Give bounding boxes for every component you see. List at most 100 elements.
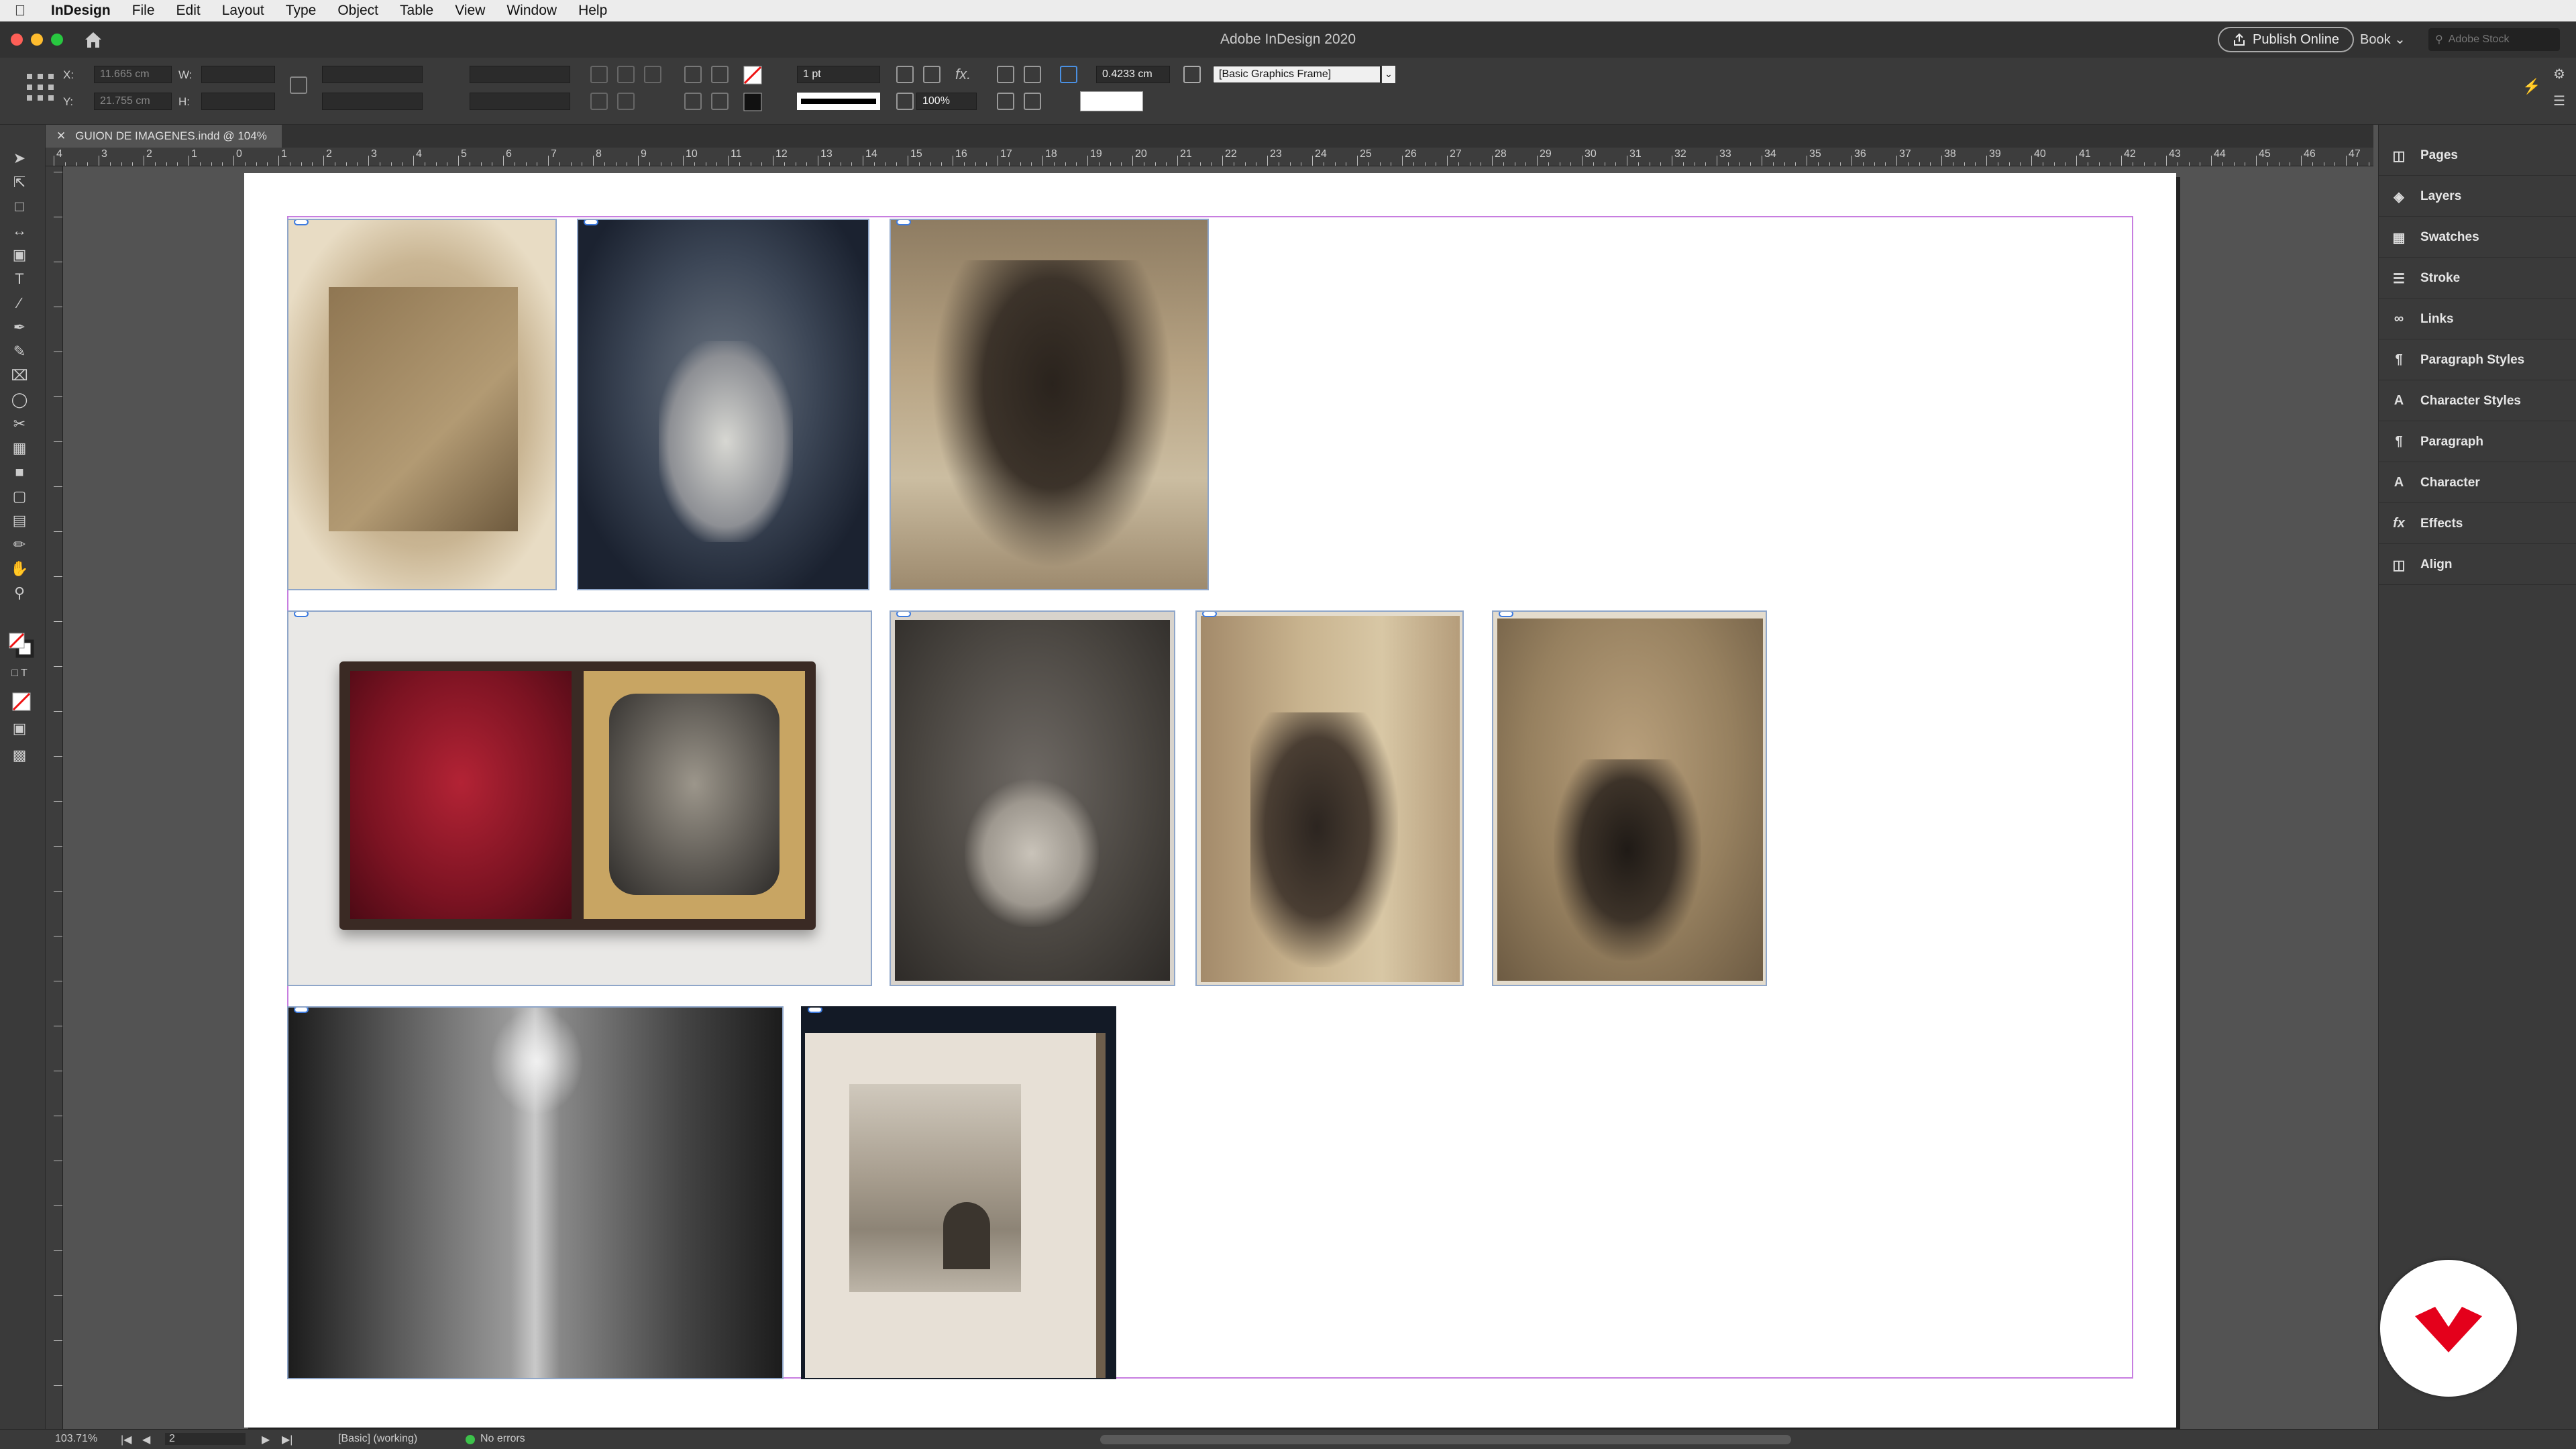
eyedropper-tool-icon[interactable]: ✏	[8, 535, 31, 554]
menu-edit[interactable]: Edit	[166, 3, 211, 19]
next-page-button[interactable]: ▶	[262, 1433, 270, 1446]
rotate-cw-icon[interactable]	[590, 66, 608, 83]
graphic-frame-seated-boy[interactable]	[1195, 610, 1464, 986]
home-icon[interactable]	[83, 30, 103, 49]
panel-character[interactable]: A Character	[2379, 463, 2576, 503]
x-position-field[interactable]: 11.665 cm	[94, 66, 172, 83]
preflight-profile-dropdown[interactable]: [Basic] (working)	[338, 1433, 417, 1445]
text-wrap-none-icon[interactable]	[997, 66, 1014, 83]
auto-fit-icon[interactable]	[1060, 66, 1077, 83]
content-grabber-handle[interactable]	[1202, 612, 1217, 617]
fitting-content-icon[interactable]	[923, 66, 941, 83]
content-grabber-handle[interactable]	[294, 220, 309, 225]
link-scale-icon[interactable]	[437, 75, 458, 93]
zoom-window-button[interactable]	[51, 34, 63, 46]
horizontal-ruler[interactable]: 4 3 2 1 0 1 2 3 4 5 6 7 8 9 10 11 12 13 14 15 16 17 18 19 20 21 22…	[46, 148, 2373, 166]
graphic-frame-album-house[interactable]	[801, 1006, 1116, 1379]
screen-mode-icon[interactable]: ▣	[8, 719, 31, 738]
horizontal-scrollbar[interactable]	[1100, 1435, 1791, 1444]
opacity-icon[interactable]	[896, 93, 914, 110]
scale-x-field[interactable]	[322, 66, 423, 83]
stroke-type-dropdown[interactable]	[797, 93, 880, 110]
content-grabber-handle[interactable]	[584, 220, 598, 225]
panel-menu-icon[interactable]: ☰	[2553, 93, 2565, 109]
flip-vertical-icon[interactable]	[617, 93, 635, 110]
content-grabber-handle[interactable]	[896, 612, 911, 617]
opacity-field[interactable]: 100%	[916, 93, 977, 110]
menu-type[interactable]: Type	[275, 3, 327, 19]
workspace-switcher[interactable]: Book ⌄	[2360, 31, 2406, 48]
rotate-ccw-icon[interactable]	[617, 66, 635, 83]
fill-swatch-icon[interactable]	[743, 66, 762, 85]
y-position-field[interactable]: 21.755 cm	[94, 93, 172, 110]
panel-layers[interactable]: ◈ Layers	[2379, 176, 2576, 217]
panel-paragraph[interactable]: ¶ Paragraph	[2379, 422, 2576, 462]
free-transform-tool-icon[interactable]: ▦	[8, 439, 31, 458]
graphic-frame-three-children[interactable]	[890, 219, 1209, 590]
menu-view[interactable]: View	[444, 3, 496, 19]
panel-stroke[interactable]: ☰ Stroke	[2379, 258, 2576, 299]
effects-fx-icon[interactable]: fx.	[955, 66, 971, 83]
content-grabber-handle[interactable]	[1499, 612, 1513, 617]
last-page-button[interactable]: ▶|	[282, 1433, 292, 1446]
gradient-tool-icon[interactable]: ■	[8, 463, 31, 482]
menu-table[interactable]: Table	[389, 3, 444, 19]
adobe-stock-search[interactable]: ⚲ Adobe Stock	[2428, 28, 2560, 51]
menu-indesign[interactable]: InDesign	[40, 3, 121, 19]
ellipse-tool-icon[interactable]: ◯	[8, 390, 31, 409]
panel-align[interactable]: ◫ Align	[2379, 545, 2576, 585]
panel-pages[interactable]: ◫ Pages	[2379, 136, 2576, 176]
stroke-swatch-icon[interactable]	[743, 93, 762, 111]
corner-shape-dropdown[interactable]	[1080, 91, 1143, 111]
previous-page-button[interactable]: ◀	[142, 1433, 150, 1446]
reference-point-icon[interactable]	[25, 72, 55, 102]
fill-stroke-swatches-icon[interactable]	[8, 632, 35, 659]
rectangle-frame-tool-icon[interactable]: ⌧	[8, 366, 31, 385]
flip-horizontal-icon[interactable]	[590, 93, 608, 110]
preview-mode-icon[interactable]: ▩	[8, 746, 31, 765]
menu-object[interactable]: Object	[327, 3, 389, 19]
constrain-proportions-icon[interactable]	[290, 76, 307, 94]
preflight-status-label[interactable]: No errors	[480, 1433, 525, 1445]
pencil-tool-icon[interactable]: ✎	[8, 342, 31, 361]
menu-layout[interactable]: Layout	[211, 3, 275, 19]
document-tab[interactable]: ✕ GUION DE IMAGENES.indd @ 104%	[46, 125, 282, 148]
width-field[interactable]	[201, 66, 275, 83]
shear-field[interactable]	[470, 93, 570, 110]
type-tool-icon[interactable]: T	[8, 270, 31, 288]
publish-online-button[interactable]: Publish Online	[2218, 27, 2354, 52]
stroke-weight-field[interactable]: 1 pt	[797, 66, 880, 83]
panel-character-styles[interactable]: A Character Styles	[2379, 381, 2576, 421]
content-grabber-handle[interactable]	[294, 612, 309, 617]
graphic-frame-daguerreotype-woman[interactable]	[577, 219, 869, 590]
direct-selection-tool-icon[interactable]: ⇱	[8, 173, 31, 192]
content-collector-icon[interactable]: ▣	[8, 246, 31, 264]
panel-effects[interactable]: fx Effects	[2379, 504, 2576, 544]
text-wrap-jump-icon[interactable]	[997, 93, 1014, 110]
rotation-field[interactable]	[470, 66, 570, 83]
minimize-window-button[interactable]	[31, 34, 43, 46]
page-tool-icon[interactable]: □	[8, 197, 31, 216]
gear-icon[interactable]: ⚙	[2553, 66, 2565, 83]
vertical-ruler[interactable]	[46, 166, 63, 1430]
object-style-chevron-icon[interactable]: ⌄	[1382, 66, 1395, 83]
apple-menu-icon[interactable]: 	[0, 2, 40, 19]
gradient-feather-tool-icon[interactable]: ▢	[8, 487, 31, 506]
select-next-icon[interactable]	[711, 93, 729, 110]
graphic-frame-man-portrait[interactable]	[890, 610, 1175, 986]
line-tool-icon[interactable]: ∕	[8, 294, 31, 313]
graphic-frame-library-interior[interactable]	[287, 1006, 784, 1379]
zoom-level-field[interactable]: 103.71%	[55, 1433, 97, 1445]
page-number-field[interactable]: 2	[165, 1433, 246, 1445]
first-page-button[interactable]: |◀	[121, 1433, 131, 1446]
panel-links[interactable]: ∞ Links	[2379, 299, 2576, 339]
object-style-dropdown[interactable]: [Basic Graphics Frame]	[1213, 66, 1381, 83]
text-wrap-bounding-icon[interactable]	[1024, 66, 1041, 83]
pasteboard[interactable]	[63, 166, 2360, 1430]
lightning-icon[interactable]: ⚡	[2522, 78, 2540, 95]
panel-swatches[interactable]: ▦ Swatches	[2379, 217, 2576, 258]
scissors-tool-icon[interactable]: ✂	[8, 415, 31, 433]
zoom-tool-icon[interactable]: ⚲	[8, 584, 31, 602]
hand-tool-icon[interactable]: ✋	[8, 559, 31, 578]
menu-file[interactable]: File	[121, 3, 166, 19]
